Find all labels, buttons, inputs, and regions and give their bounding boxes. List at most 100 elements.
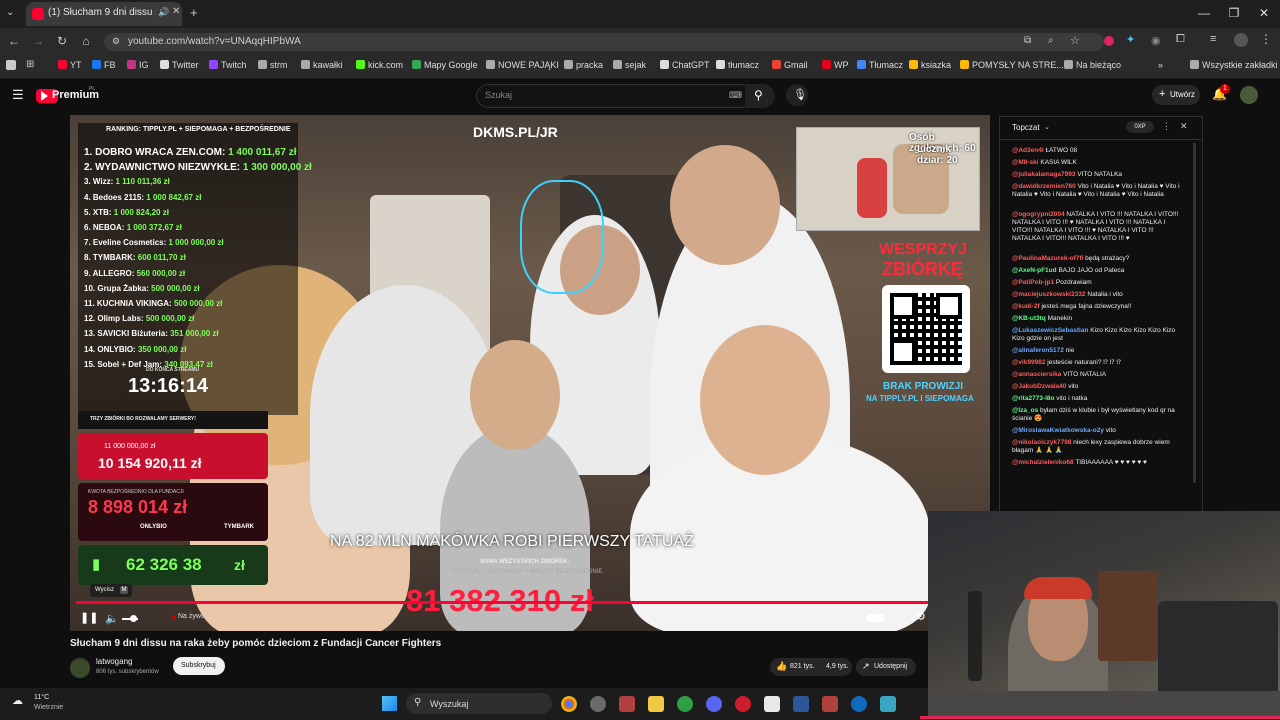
app-taskbar-icon[interactable] xyxy=(590,696,606,712)
channel-icon[interactable] xyxy=(70,658,90,678)
chat-author[interactable]: @KB-ut3tq xyxy=(1012,315,1046,322)
bookmark-item[interactable]: Mapy Google xyxy=(412,60,478,70)
thumbs-up-icon[interactable]: 👍 xyxy=(776,661,787,672)
pause-button[interactable]: ❚❚ xyxy=(80,611,98,624)
maximize-button[interactable]: ❐ xyxy=(1224,6,1244,20)
bookmark-item[interactable]: ksiazka xyxy=(909,60,951,70)
home-icon[interactable]: ⌂ xyxy=(78,34,94,48)
volume-icon[interactable]: 🔈 xyxy=(105,612,119,625)
tab-close-icon[interactable]: ✕ xyxy=(172,6,180,17)
chrome-taskbar-icon[interactable] xyxy=(561,696,577,712)
chat-author[interactable]: @dawidkrzemien760 xyxy=(1012,183,1076,190)
taskbar-search[interactable]: ⚲ Wyszukaj xyxy=(406,693,552,714)
bookmark-item[interactable]: strm xyxy=(258,60,288,70)
bookmark-item[interactable]: kawałki xyxy=(301,60,343,70)
browser-tab-active[interactable]: (1) Słucham 9 dni dissu na raka 🔊 ✕ xyxy=(26,2,182,26)
bookmark-item[interactable]: ChatGPT xyxy=(660,60,710,70)
bookmark-item[interactable]: Tłumacz xyxy=(857,60,903,70)
minimize-button[interactable]: — xyxy=(1194,6,1214,20)
shield-icon[interactable]: ⛉ xyxy=(845,612,853,623)
chevron-down-icon[interactable]: ⌄ xyxy=(1044,123,1050,131)
xp-badge[interactable]: 0XP xyxy=(1126,121,1154,133)
tab-audio-icon[interactable]: 🔊 xyxy=(158,7,169,18)
volume-slider-knob[interactable] xyxy=(130,615,137,622)
install-icon[interactable]: ⧉ xyxy=(1024,35,1031,46)
grid-icon[interactable]: ⊞ xyxy=(26,59,34,70)
bookmark-item[interactable]: kick.com xyxy=(356,60,403,70)
bookmark-item[interactable]: Na bieżąco xyxy=(1064,60,1121,70)
bookmark-item[interactable]: FB xyxy=(92,60,116,70)
create-button[interactable]: + Utwórz xyxy=(1152,85,1200,105)
chat-author[interactable]: @PatiPob-jp1 xyxy=(1012,279,1054,286)
chat-author[interactable]: @AxeN-pF1ud xyxy=(1012,267,1057,274)
notes-taskbar-icon[interactable] xyxy=(764,696,780,712)
all-bookmarks[interactable]: Wszystkie zakładki xyxy=(1190,60,1278,70)
chat-close-icon[interactable]: ✕ xyxy=(1180,121,1188,132)
chat-author[interactable]: @Ad3en4l xyxy=(1012,147,1044,154)
chat-author[interactable]: @M8-ski xyxy=(1012,159,1039,166)
like-count-2[interactable]: 4,9 tys. xyxy=(826,663,849,670)
close-window-button[interactable]: ✕ xyxy=(1254,6,1274,20)
chat-menu-icon[interactable]: ⋮ xyxy=(1162,121,1171,132)
calculator-taskbar-icon[interactable] xyxy=(880,696,896,712)
chat-title[interactable]: Topczat xyxy=(1012,123,1040,132)
hamburger-menu-icon[interactable]: ☰ xyxy=(12,87,24,103)
video-progress-bar[interactable] xyxy=(76,601,928,604)
bookmark-item[interactable]: YT xyxy=(58,60,82,70)
search-input[interactable]: Szukaj ⌨ xyxy=(476,84,746,108)
voice-search-button[interactable]: 🎙 xyxy=(786,84,808,106)
photo-app-taskbar-icon[interactable] xyxy=(619,696,635,712)
chat-author[interactable]: @michalzieleniko68 xyxy=(1012,459,1074,466)
chat-author[interactable]: @alinaferon5172 xyxy=(1012,347,1064,354)
forward-icon[interactable]: → xyxy=(30,34,46,48)
word-taskbar-icon[interactable] xyxy=(793,696,809,712)
chat-author[interactable]: @JakubDzwala40 xyxy=(1012,383,1066,390)
chrome-menu-icon[interactable]: ⋮ xyxy=(1260,32,1272,46)
site-info-icon[interactable]: ⚙ xyxy=(112,36,120,47)
bookmark-item[interactable]: POMYSŁY NA STRE... xyxy=(960,60,1064,70)
bookmark-item[interactable]: IG xyxy=(127,60,149,70)
video-player[interactable]: RANKING: TIPPLY.PL + SIEPOMAGA + BEZPOŚR… xyxy=(70,115,990,631)
bookmarks-overflow-icon[interactable]: » xyxy=(1158,60,1163,70)
bookmark-item[interactable]: tłumacz xyxy=(716,60,759,70)
tab-search-icon[interactable]: ⌄ xyxy=(6,7,14,18)
chat-author[interactable]: @vik99982 xyxy=(1012,359,1045,366)
file-explorer-taskbar-icon[interactable] xyxy=(648,696,664,712)
extension-icon[interactable]: ✦ xyxy=(1126,33,1135,46)
cloud-app-taskbar-icon[interactable] xyxy=(851,696,867,712)
chat-author[interactable]: @MiroslawaKwiatkowska-o2y xyxy=(1012,427,1104,434)
chat-author[interactable]: @ogogrypni2004 xyxy=(1012,211,1065,218)
search-button[interactable]: ⚲ xyxy=(745,84,775,108)
channel-name[interactable]: latwogang xyxy=(96,657,132,666)
chat-author[interactable]: @PaulinaMazurek-of7fi xyxy=(1012,255,1083,262)
apps-icon[interactable] xyxy=(6,60,16,70)
chat-author[interactable]: @maciejuszkowski2332 xyxy=(1012,291,1086,298)
discord-taskbar-icon[interactable] xyxy=(706,696,722,712)
qr-code[interactable] xyxy=(882,285,970,373)
bookmark-item[interactable]: pracka xyxy=(564,60,603,70)
chat-author[interactable]: @rita2773-l8o xyxy=(1012,395,1054,402)
like-count[interactable]: 821 tys. xyxy=(790,663,815,670)
keyboard-icon[interactable]: ⌨ xyxy=(729,90,742,101)
channel-avatar[interactable] xyxy=(1240,86,1258,104)
autoplay-toggle[interactable] xyxy=(866,614,884,622)
profile-avatar[interactable] xyxy=(1234,33,1248,47)
chat-scrollbar[interactable] xyxy=(1193,143,1196,483)
bookmark-item[interactable]: Twitter xyxy=(160,60,199,70)
reload-icon[interactable]: ↻ xyxy=(54,34,70,48)
reading-list-icon[interactable]: ≡ xyxy=(1210,33,1216,45)
shield-app-taskbar-icon[interactable] xyxy=(677,696,693,712)
chat-author[interactable]: @LukaszewiczSebastian xyxy=(1012,327,1088,334)
live-label[interactable]: Na żywo xyxy=(178,613,205,620)
extension-record-icon[interactable] xyxy=(1104,36,1114,46)
chat-author[interactable]: @juliakalamaga7993 xyxy=(1012,171,1075,178)
bookmark-item[interactable]: WP xyxy=(822,60,849,70)
opera-taskbar-icon[interactable] xyxy=(735,696,751,712)
new-tab-button[interactable]: + xyxy=(190,5,198,20)
weather-label[interactable]: Wietrznie xyxy=(34,704,63,711)
chat-author[interactable]: @nikolaolczyk7798 xyxy=(1012,439,1071,446)
zoom-icon[interactable]: ⌕ xyxy=(1048,35,1054,46)
address-bar[interactable]: ⚙ youtube.com/watch?v=UNAqqHIPbWA ⧉ ⌕ ☆ xyxy=(104,33,1104,51)
windows-start-icon[interactable] xyxy=(382,696,397,711)
subscribe-button[interactable]: Subskrybuj xyxy=(173,657,225,675)
